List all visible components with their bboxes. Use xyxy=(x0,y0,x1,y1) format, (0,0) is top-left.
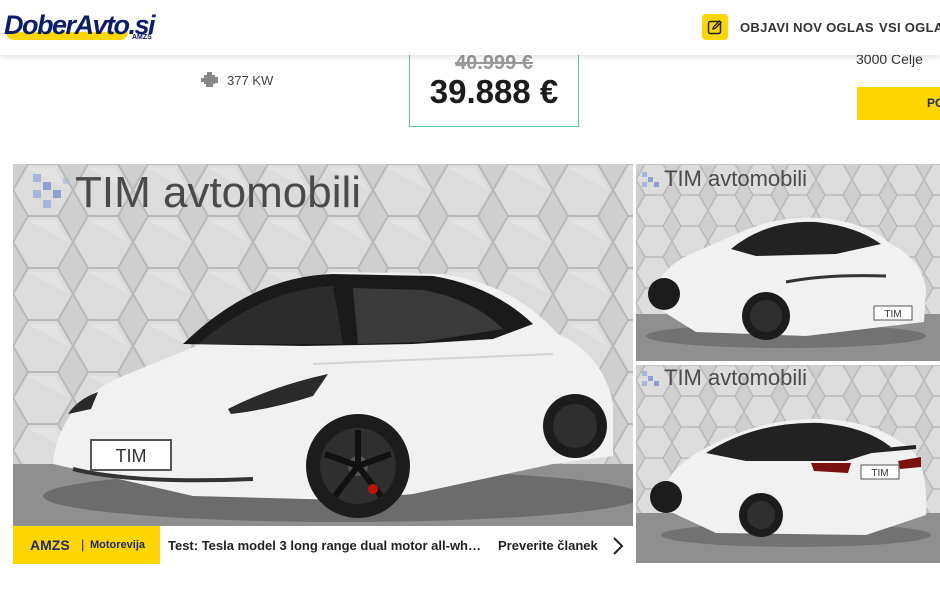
nav-post-ad[interactable]: OBJAVI NOV OGLAS xyxy=(740,20,874,35)
thumbnail-photo-1[interactable]: TIM TIM avtomobili xyxy=(636,164,940,361)
engine-icon xyxy=(201,72,218,87)
news-badge: AMZS | Motorevija xyxy=(13,526,160,564)
svg-text:TIM: TIM xyxy=(884,309,901,320)
post-ad-icon-button[interactable] xyxy=(702,14,728,40)
car-side-image: TIM xyxy=(636,164,940,361)
site-logo[interactable]: DoberAvto.si AMZS xyxy=(4,10,156,44)
old-price: 40.999 € xyxy=(455,52,533,74)
svg-text:TIM: TIM xyxy=(871,468,888,479)
car-rear-image: TIM xyxy=(636,365,940,563)
plate-text: TIM xyxy=(116,446,147,466)
watermark-text: TIM avtomobili xyxy=(664,166,808,191)
chevron-right-icon[interactable] xyxy=(611,536,625,556)
watermark-logo-icon xyxy=(33,174,69,208)
edit-icon xyxy=(707,20,722,35)
main-photo[interactable]: TIM TIM avtomobili xyxy=(13,164,633,563)
watermark-text: TIM avtomobili xyxy=(75,168,362,217)
news-banner[interactable]: AMZS | Motorevija Test: Tesla model 3 lo… xyxy=(13,526,633,564)
contact-button-label: PO xyxy=(927,96,940,110)
news-read-link[interactable]: Preverite članek xyxy=(498,538,598,553)
watermark-text: TIM avtomobili xyxy=(664,365,808,390)
news-brand: AMZS xyxy=(30,537,70,553)
news-headline[interactable]: Test: Tesla model 3 long range dual moto… xyxy=(168,538,488,553)
site-header: DoberAvto.si AMZS OBJAVI NOV OGLAS VSI O… xyxy=(0,0,940,55)
engine-power: 377 KW xyxy=(227,73,274,88)
news-separator: | xyxy=(81,537,85,552)
news-section: Motorevija xyxy=(90,539,146,551)
contact-button[interactable]: PO xyxy=(857,87,940,120)
thumbnail-photo-2[interactable]: TIM TIM avtomobili xyxy=(636,365,940,563)
current-price: 39.888 € xyxy=(429,73,559,110)
logo-sub: AMZS xyxy=(132,34,152,41)
car-front-image: TIM xyxy=(13,164,633,563)
nav-all-ads[interactable]: VSI OGLAS xyxy=(879,20,940,35)
